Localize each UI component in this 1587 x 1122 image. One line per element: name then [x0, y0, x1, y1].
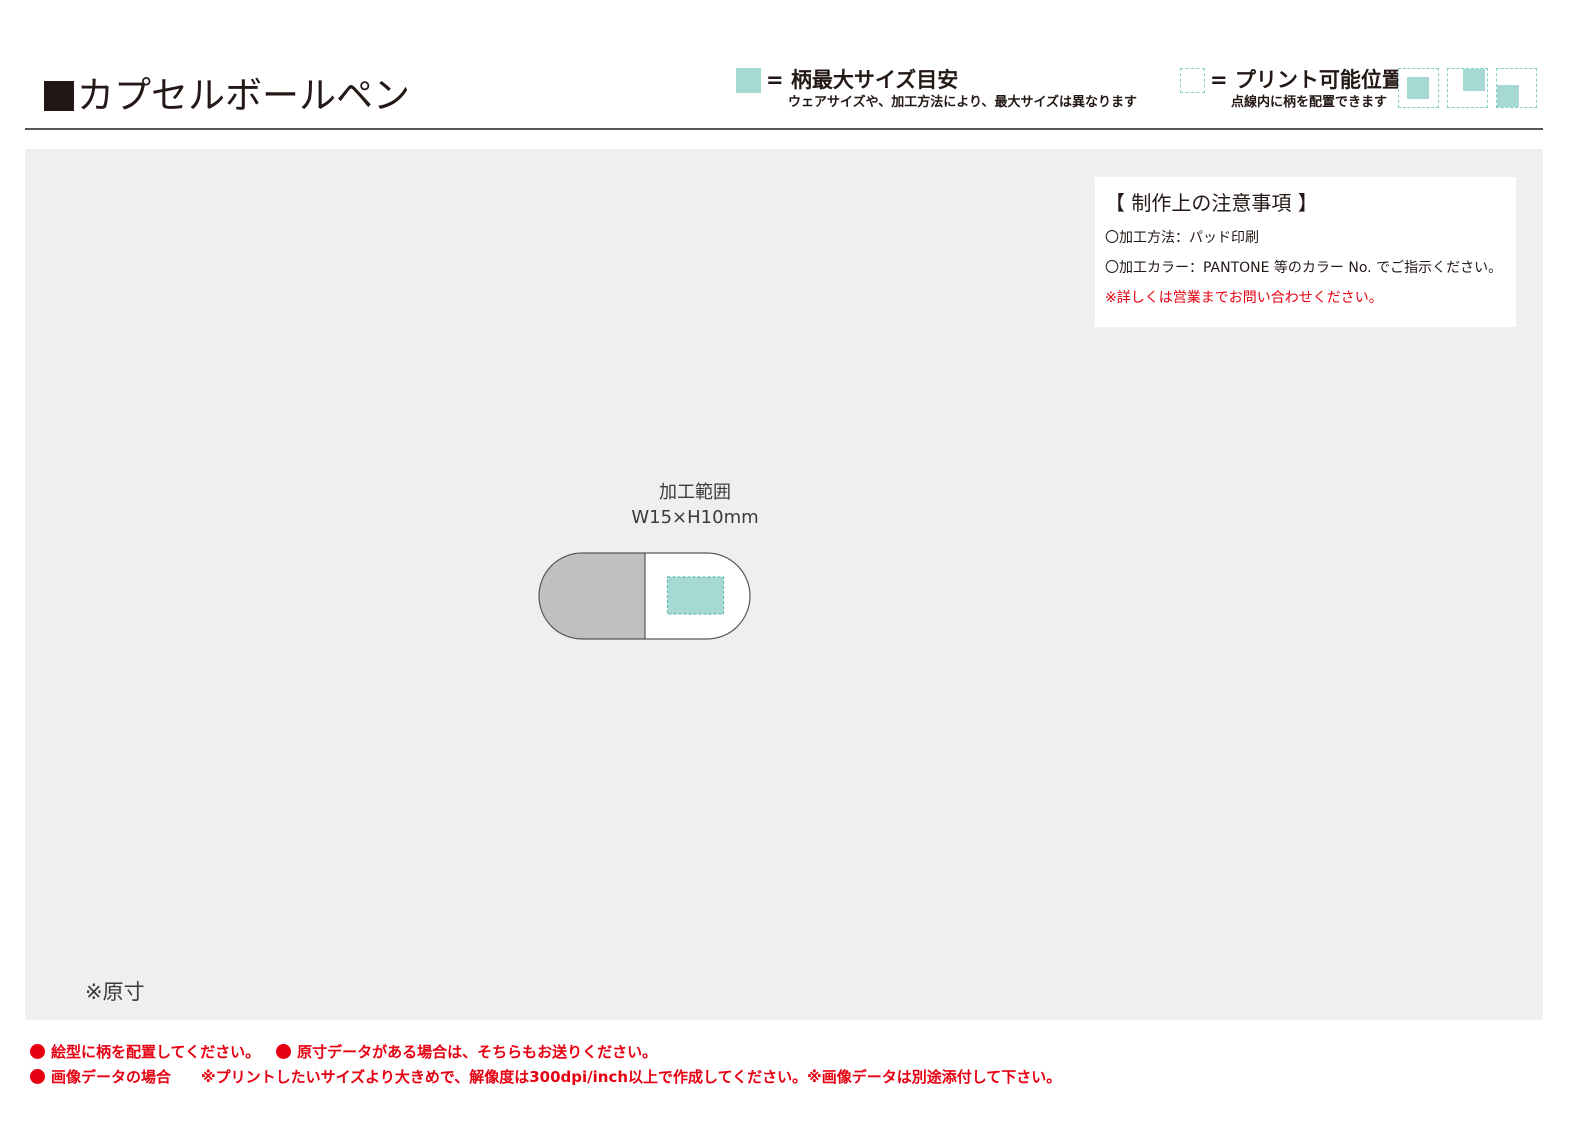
- header-divider: [25, 128, 1543, 130]
- bullet-icon: [276, 1044, 292, 1059]
- production-notes: 【 制作上の注意事項 】 〇加工方法：パッド印刷 〇加工カラー：PANTONE …: [1095, 177, 1516, 327]
- page-title: カプセルボールペン: [44, 74, 410, 118]
- print-area-size: W15×H10mm: [631, 507, 759, 528]
- print-area-box: [666, 576, 725, 615]
- footer-note-original-data: 原寸データがある場合は、そちらもお送りください。: [297, 1043, 658, 1061]
- footer-line-2: 画像データの場合 ※プリントしたいサイズより大きめで、解像度は300dpi/inc…: [30, 1067, 1061, 1087]
- footer-note-resolution: ※プリントしたいサイズより大きめで、解像度は300dpi/inch以上で作成して…: [201, 1068, 1062, 1086]
- legend-max-sub: ウェアサイズや、加工方法により、最大サイズは異なります: [788, 95, 1138, 110]
- max-size-swatch-icon: [736, 68, 761, 93]
- position-center-icon: [1398, 68, 1439, 108]
- capsule-pen-illustration: [538, 552, 751, 640]
- page-title-text: カプセルボールペン: [77, 74, 410, 117]
- legend-max-size: = 柄最大サイズ目安 ウェアサイズや、加工方法により、最大サイズは異なります: [736, 66, 1146, 116]
- scale-note: ※原寸: [85, 980, 145, 1004]
- legend-print-position: = プリント可能位置 点線内に柄を配置できます: [1180, 66, 1410, 116]
- legend-max-title: = 柄最大サイズ目安: [766, 68, 959, 92]
- legend-print-title: = プリント可能位置: [1210, 68, 1403, 92]
- footer-line-1: 絵型に柄を配置してください。 原寸データがある場合は、そちらもお送りください。: [30, 1042, 657, 1062]
- notes-method: 〇加工方法：パッド印刷: [1105, 230, 1259, 246]
- notes-warning: ※詳しくは営業までお問い合わせください。: [1105, 290, 1383, 306]
- position-bottom-left-icon: [1496, 68, 1537, 108]
- print-area-label: 加工範囲 W15×H10mm: [595, 480, 795, 530]
- position-top-icon: [1447, 68, 1488, 108]
- bullet-icon: [30, 1044, 45, 1059]
- footer-note-placement: 絵型に柄を配置してください。: [51, 1043, 261, 1061]
- footer-note-image-data: 画像データの場合: [51, 1068, 172, 1086]
- print-position-swatch-icon: [1180, 68, 1205, 93]
- print-area-title: 加工範囲: [659, 482, 731, 503]
- notes-title: 【 制作上の注意事項 】: [1105, 191, 1318, 215]
- legend-print-sub: 点線内に柄を配置できます: [1231, 95, 1388, 110]
- pen-gray-half: [539, 553, 645, 639]
- square-icon: [44, 81, 74, 111]
- bullet-icon: [30, 1069, 45, 1084]
- notes-color: 〇加工カラー：PANTONE 等のカラー No. でご指示ください。: [1105, 260, 1503, 276]
